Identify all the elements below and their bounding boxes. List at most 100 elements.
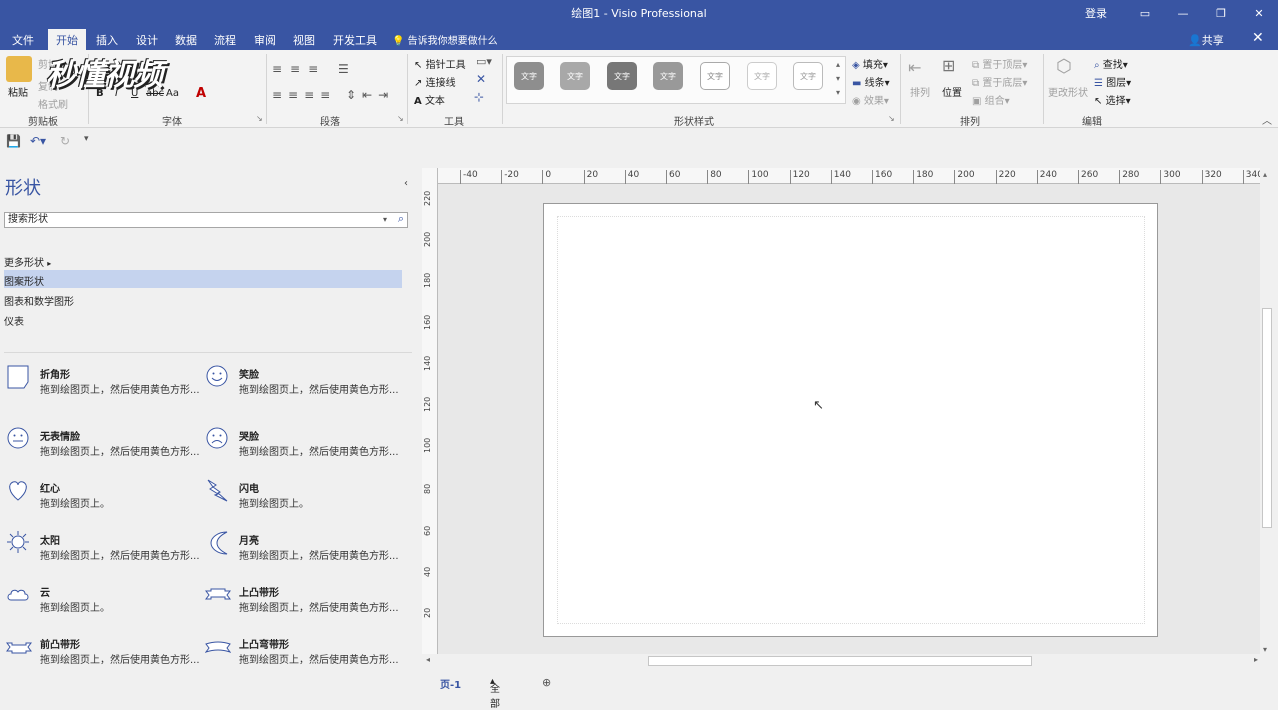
more-shapes-item[interactable]: 更多形状 ▸ (4, 251, 402, 269)
tab-design[interactable]: 设计 (128, 29, 166, 50)
person-icon: 👤 (1188, 34, 1202, 47)
tab-file[interactable]: 文件 (4, 29, 42, 50)
align-icons[interactable]: ≡≡≡ ☰ (272, 62, 357, 76)
position-icon[interactable]: ⊞ (942, 56, 955, 75)
change-shape-button[interactable]: 更改形状 (1048, 84, 1088, 99)
connection-point-icon[interactable]: ⊹ (474, 90, 484, 104)
style-swatch[interactable]: 文字 (514, 62, 544, 90)
paragraph-align-icons[interactable]: ≡≡≡≡ ⇕⇤⇥ (272, 88, 394, 102)
tab-view[interactable]: 视图 (285, 29, 323, 50)
shape-item[interactable]: 前凸带形 拖到绘图页上，然后使用黄色方形... (6, 634, 206, 678)
drawing-page[interactable] (543, 203, 1158, 637)
align-button[interactable]: 排列 (910, 84, 930, 99)
styles-dialog-launcher-icon[interactable]: ↘ (888, 114, 895, 123)
fill-button[interactable]: ◈ 填充▾ (852, 56, 888, 71)
add-page-icon[interactable]: ⊕ (542, 676, 551, 689)
tab-developer[interactable]: 开发工具 (325, 29, 385, 50)
minimize-icon[interactable]: — (1164, 7, 1202, 20)
shape-item[interactable]: 哭脸 拖到绘图页上，然后使用黄色方形... (205, 426, 405, 470)
close-doc-icon[interactable]: ✕ (1252, 30, 1264, 46)
ruler-tick-label: 220 (995, 170, 1016, 184)
pointer-tool-button[interactable]: ↖ 指针工具 (414, 56, 466, 71)
tab-insert[interactable]: 插入 (88, 29, 126, 50)
style-swatch[interactable]: 文字 (793, 62, 823, 90)
style-swatch[interactable]: 文字 (607, 62, 637, 90)
scroll-right-icon[interactable]: ▸ (1254, 655, 1258, 664)
scroll-thumb[interactable] (648, 656, 1032, 666)
drawing-canvas[interactable] (438, 184, 1260, 654)
collapse-ribbon-icon[interactable]: ︿ (1262, 112, 1272, 127)
paste-icon[interactable] (6, 56, 32, 82)
align-shapes-icon[interactable]: ⇤ (908, 58, 921, 77)
all-pages-tab[interactable]: 全部 ▴ (490, 676, 500, 710)
tell-me-box[interactable]: 💡 告诉我你想要做什么 (392, 32, 498, 47)
scroll-down-icon[interactable]: ▾ (1263, 645, 1267, 654)
category-pattern-shapes[interactable]: 图案形状 (4, 270, 402, 288)
gallery-scroll-icon[interactable]: ▴ ▾ ▾ (836, 58, 840, 100)
category-gauges[interactable]: 仪表 (4, 310, 402, 328)
ribbon-display-icon[interactable]: ▭ (1126, 7, 1164, 20)
bring-front-button[interactable]: ⧉ 置于顶层▾ (972, 56, 1027, 71)
position-button[interactable]: 位置 (942, 84, 962, 99)
rectangle-tool-icon[interactable]: ▭▾ (476, 55, 492, 68)
shape-item[interactable]: 云 拖到绘图页上。 (6, 582, 206, 626)
format-painter-button[interactable]: 格式刷 (38, 96, 68, 111)
tab-review[interactable]: 审阅 (246, 29, 284, 50)
style-swatch[interactable]: 文字 (653, 62, 683, 90)
font-color-button[interactable]: A (196, 86, 206, 101)
login-link[interactable]: 登录 (1066, 5, 1126, 21)
shape-item[interactable]: 太阳 拖到绘图页上，然后使用黄色方形... (6, 530, 206, 574)
tab-data[interactable]: 数据 (167, 29, 205, 50)
shape-item[interactable]: 无表情脸 拖到绘图页上，然后使用黄色方形... (6, 426, 206, 470)
scroll-up-icon[interactable]: ▴ (1263, 170, 1267, 179)
select-button[interactable]: ↖ 选择▾ (1094, 92, 1131, 107)
shape-item[interactable]: 闪电 拖到绘图页上。 (205, 478, 405, 522)
text-tool-button[interactable]: A 文本 (414, 92, 445, 107)
paragraph-dialog-launcher-icon[interactable]: ↘ (397, 114, 404, 123)
undo-icon[interactable]: ↶▾ (30, 134, 46, 148)
connector-button[interactable]: ↗ 连接线 (414, 74, 456, 89)
shape-item[interactable]: 上凸带形 拖到绘图页上，然后使用黄色方形... (205, 582, 405, 626)
shape-item[interactable]: 折角形 拖到绘图页上，然后使用黄色方形... (6, 364, 206, 408)
shape-item[interactable]: 红心 拖到绘图页上。 (6, 478, 206, 522)
style-swatch[interactable]: 文字 (700, 62, 730, 90)
collapse-pane-icon[interactable]: ‹ (404, 178, 408, 189)
find-button[interactable]: ⌕ 查找▾ (1094, 56, 1128, 71)
search-shapes-input[interactable]: 搜索形状 ▾ ⌕ (4, 212, 408, 228)
ruler-tick-label: 140 (423, 355, 432, 371)
change-shape-icon[interactable]: ⬡ (1056, 56, 1072, 77)
share-button[interactable]: 👤共享 (1188, 32, 1224, 48)
page-tab-1[interactable]: 页-1 (440, 676, 461, 691)
paste-button[interactable]: 粘贴 (8, 84, 28, 99)
restore-icon[interactable]: ❐ (1202, 7, 1240, 20)
style-swatch[interactable]: 文字 (560, 62, 590, 90)
shape-item[interactable]: 上凸弯带形 拖到绘图页上，然后使用黄色方形... (205, 634, 405, 678)
layers-button[interactable]: ☰ 图层▾ (1094, 74, 1131, 89)
tab-home[interactable]: 开始 (48, 29, 86, 50)
ribbon: 粘贴 剪切 复制 格式刷 剪贴板 B I U abc Aa A 字体 ↘ ≡≡≡… (0, 50, 1278, 128)
shape-item[interactable]: 笑脸 拖到绘图页上，然后使用黄色方形... (205, 364, 405, 408)
font-dialog-launcher-icon[interactable]: ↘ (256, 114, 263, 123)
horizontal-scrollbar[interactable]: ◂ ▸ (424, 654, 1260, 668)
style-swatch[interactable]: 文字 (747, 62, 777, 90)
change-case-button[interactable]: Aa (166, 88, 179, 99)
lightning-icon (207, 479, 228, 502)
line-button[interactable]: ▬ 线条▾ (852, 74, 890, 89)
send-back-button[interactable]: ⧉ 置于底层▾ (972, 74, 1027, 89)
search-icon[interactable]: ⌕ (398, 212, 404, 226)
close-icon[interactable]: ✕ (1240, 7, 1278, 20)
save-icon[interactable]: 💾 (6, 134, 21, 148)
group-button[interactable]: ▣ 组合▾ (972, 92, 1010, 107)
vertical-scrollbar[interactable]: ▴ ▾ (1260, 170, 1274, 654)
tab-process[interactable]: 流程 (206, 29, 244, 50)
effects-button[interactable]: ◉ 效果▾ (852, 92, 889, 107)
close-x-icon[interactable]: ✕ (476, 72, 486, 86)
search-dropdown-icon[interactable]: ▾ (383, 213, 387, 227)
category-charts-math[interactable]: 图表和数学图形 (4, 290, 402, 308)
all-pages-label: 全部 (490, 684, 500, 710)
redo-icon[interactable]: ↻ (60, 134, 70, 148)
customize-qat-icon[interactable]: ▾ (84, 134, 89, 144)
scroll-thumb[interactable] (1262, 308, 1272, 528)
scroll-left-icon[interactable]: ◂ (426, 655, 430, 664)
shape-item[interactable]: 月亮 拖到绘图页上，然后使用黄色方形... (205, 530, 405, 574)
